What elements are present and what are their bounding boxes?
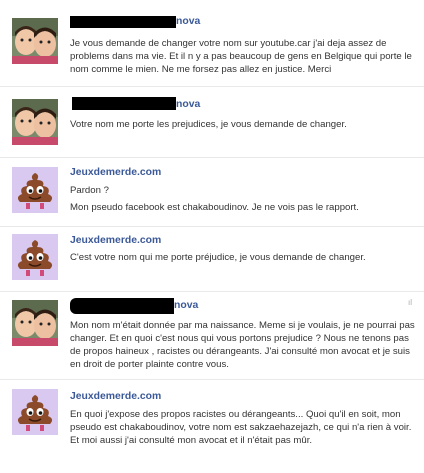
message-line: Pardon ? [70,185,109,196]
avatar[interactable] [12,234,58,280]
message-text: Pardon ? Mon pseudo facebook est chakabo… [70,184,418,214]
message-item: nova ıl Mon nom m'était donnée par ma na… [0,292,424,380]
message-line: Votre nom me porte les prejudices, je vo… [70,119,347,130]
message-line: Mon pseudo facebook est chakaboudinov. J… [70,202,359,213]
message-item: nova Votre nom me porte les prejudices, … [0,87,424,158]
message-line: En quoi j'expose des propos racistes ou … [70,409,412,433]
message-text: Votre nom me porte les prejudices, je vo… [70,118,418,131]
avatar[interactable] [12,300,58,346]
timestamp-marker: ıl [408,298,412,307]
message-text: Je vous demande de changer votre nom sur… [70,37,418,76]
message-line: C'est votre nom qui me porte préjudice, … [70,252,366,263]
redacted-name [70,298,174,314]
message-line: Et moi aussi j'ai consulté mon avocat et… [70,435,313,446]
sender-name[interactable]: nova [176,16,200,27]
message-text: C'est votre nom qui me porte préjudice, … [70,251,418,264]
redacted-name [72,97,176,110]
redacted-name [70,16,176,28]
message-item: Jeuxdemerde.com C'est votre nom qui me p… [0,227,424,292]
avatar[interactable] [12,99,58,145]
message-text: En quoi j'expose des propos racistes ou … [70,408,418,447]
poop-character-icon [12,167,58,213]
avatar[interactable] [12,18,58,64]
message-line: Je vous demande de changer votre nom sur… [70,38,412,75]
sender-name[interactable]: Jeuxdemerde.com [70,391,161,402]
message-item: nova Je vous demande de changer votre no… [0,0,424,87]
message-line: Mon nom m'était donnée par ma naissance.… [70,320,415,370]
message-text: Mon nom m'était donnée par ma naissance.… [70,319,418,371]
avatar[interactable] [12,389,58,435]
avatar[interactable] [12,167,58,213]
poop-character-icon [12,389,58,435]
poop-character-icon [12,234,58,280]
sender-name[interactable]: nova [176,99,200,110]
sender-name[interactable]: Jeuxdemerde.com [70,167,161,178]
message-item: Jeuxdemerde.com En quoi j'expose des pro… [0,380,424,473]
message-item: Jeuxdemerde.com Pardon ? Mon pseudo face… [0,158,424,227]
sender-name[interactable]: Jeuxdemerde.com [70,235,161,246]
sender-name[interactable]: nova [174,300,198,311]
